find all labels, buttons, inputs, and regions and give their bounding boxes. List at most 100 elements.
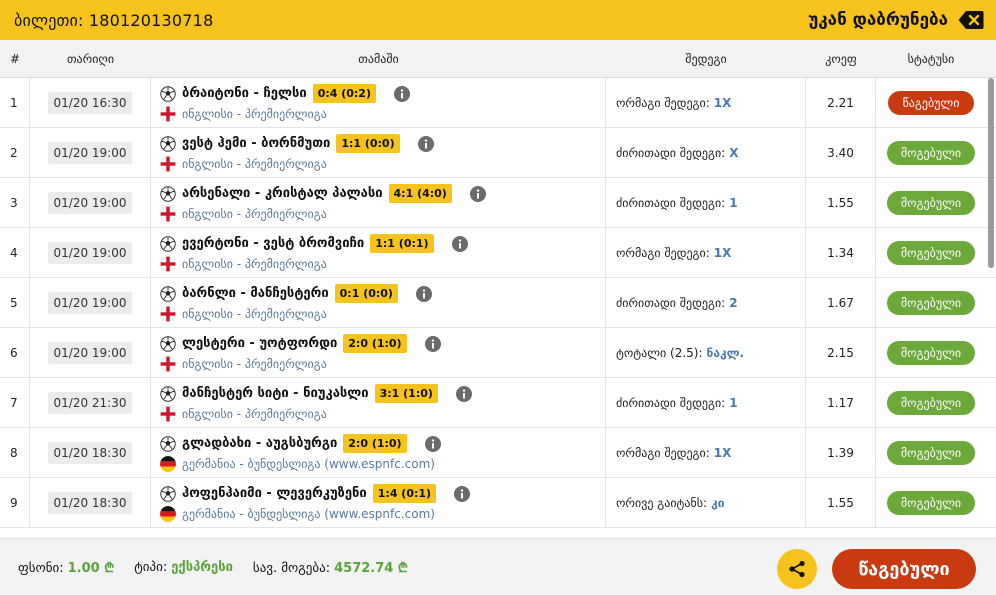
outcome-value: X <box>729 146 739 160</box>
col-status: სტატუსი <box>907 52 955 66</box>
row-number: 9 <box>0 478 30 528</box>
england-flag-icon <box>160 356 176 372</box>
row-date-cell: 01/20 19:00 <box>30 278 151 328</box>
league-name: გერმანია - ბუნდესლიგა (www.espnfc.com) <box>182 457 435 471</box>
row-number: 4 <box>0 228 30 278</box>
england-flag-icon <box>160 206 176 222</box>
outcome-value: 1X <box>713 446 732 460</box>
outcome-label: ძირითადი შედეგი: <box>616 296 726 310</box>
info-icon[interactable] <box>415 285 432 302</box>
row-number: 2 <box>0 128 30 178</box>
soccer-ball-icon <box>160 385 176 402</box>
info-icon[interactable] <box>451 235 468 252</box>
row-status-cell: მოგებული <box>876 328 986 378</box>
soccer-ball-icon <box>160 185 176 202</box>
status-badge: მოგებული <box>886 191 976 215</box>
league-name: ინგლისი - პრემიერლიგა <box>182 107 327 121</box>
row-date-cell: 01/20 18:30 <box>30 428 151 478</box>
col-match: თამაში <box>358 52 399 66</box>
outcome-label: ძირითადი შედეგი: <box>616 396 726 410</box>
bet-amount: ფსონი: 1.00 ₾ <box>18 561 115 576</box>
outcome-value: 2 <box>729 296 738 310</box>
league-name: ინგლისი - პრემიერლიგა <box>182 207 327 221</box>
back-button[interactable]: უკან დაბრუნება <box>808 10 984 30</box>
match-teams: მანჩესტერ სიტი - ნიუკასლი <box>182 386 369 401</box>
league-name: ინგლისი - პრემიერლიგა <box>182 157 327 171</box>
table-row: 2 01/20 19:00 ვესტ ჰემი - ბორნმუთი 1:1 (0:0… <box>0 128 996 178</box>
row-match-cell: არსენალი - კრისტალ პალასი 4:1 (4:0) ინგლის… <box>151 178 606 228</box>
england-flag-icon <box>160 156 176 172</box>
table-row: 5 01/20 19:00 ბარნლი - მანჩესტერი 0:1 (0:0)… <box>0 278 996 328</box>
row-number: 6 <box>0 328 30 378</box>
row-status-cell: მოგებული <box>876 178 986 228</box>
info-icon[interactable] <box>454 485 471 502</box>
england-flag-icon <box>160 306 176 322</box>
status-badge: მოგებული <box>886 491 976 515</box>
row-number: 1 <box>0 78 30 128</box>
league-name: ინგლისი - პრემიერლიგა <box>182 257 327 271</box>
outcome-value: 1X <box>713 246 732 260</box>
info-icon[interactable] <box>417 135 434 152</box>
match-score: 1:1 (0:1) <box>370 234 434 253</box>
row-date-cell: 01/20 19:00 <box>30 328 151 378</box>
row-match-cell: ევერტონი - ვესტ ბრომვიჩი 1:1 (0:1) ინგლისი… <box>151 228 606 278</box>
row-status-cell: მოგებული <box>876 128 986 178</box>
row-match-cell: ვესტ ჰემი - ბორნმუთი 1:1 (0:0) ინგლისი - პ… <box>151 128 606 178</box>
outcome-label: ორმაგი შედეგი: <box>616 246 710 260</box>
match-score: 3:1 (1:0) <box>374 384 438 403</box>
status-badge: მოგებული <box>886 241 976 265</box>
bets-table[interactable]: 1 01/20 16:30 ბრაიტონი - ჩელსი 0:4 (0:2) ინგ… <box>0 78 996 538</box>
row-date-cell: 01/20 21:30 <box>30 378 151 428</box>
share-icon <box>789 560 805 578</box>
info-icon[interactable] <box>424 435 441 452</box>
row-date-cell: 01/20 19:00 <box>30 178 151 228</box>
germany-flag-icon <box>160 506 176 522</box>
row-outcome-cell: ორმაგი შედეგი: 1X <box>606 428 806 478</box>
match-teams: ბრაიტონი - ჩელსი <box>182 86 307 101</box>
row-date-cell: 01/20 19:00 <box>30 128 151 178</box>
backspace-icon <box>958 10 984 30</box>
ticket-id: ბილეთი: 180120130718 <box>14 10 214 30</box>
soccer-ball-icon <box>160 485 176 502</box>
row-number: 7 <box>0 378 30 428</box>
match-score: 4:1 (4:0) <box>388 184 452 203</box>
match-teams: ბარნლი - მანჩესტერი <box>182 286 329 301</box>
date-badge: 01/20 19:00 <box>47 192 133 214</box>
row-outcome-cell: ორივე გაიტანს: კი <box>606 478 806 528</box>
info-icon[interactable] <box>469 185 486 202</box>
league-name: ინგლისი - პრემიერლიგა <box>182 357 327 371</box>
soccer-ball-icon <box>160 85 176 102</box>
match-teams: არსენალი - კრისტალ პალასი <box>182 186 383 201</box>
info-icon[interactable] <box>455 385 472 402</box>
match-score: 1:4 (0:1) <box>372 484 437 503</box>
row-status-cell: წაგებული <box>876 78 986 128</box>
row-number: 8 <box>0 428 30 478</box>
match-teams: ლესტერი - უოტფორდი <box>182 336 338 351</box>
row-match-cell: ბარნლი - მანჩესტერი 0:1 (0:0) ინგლისი - პრ… <box>151 278 606 328</box>
odds-value: 2.21 <box>806 78 876 128</box>
match-score: 2:0 (1:0) <box>343 334 407 353</box>
soccer-ball-icon <box>160 235 176 252</box>
table-row: 9 01/20 18:30 ჰოფენჰაიმი - ლევერკუზენი 1:4 … <box>0 478 996 528</box>
scrollbar[interactable] <box>988 78 994 268</box>
info-icon[interactable] <box>394 85 410 102</box>
soccer-ball-icon <box>160 135 176 152</box>
row-outcome-cell: ძირითადი შედეგი: 1 <box>606 378 806 428</box>
row-outcome-cell: ძირითადი შედეგი: 1 <box>606 178 806 228</box>
row-outcome-cell: ძირითადი შედეგი: 2 <box>606 278 806 328</box>
outcome-value: 1 <box>729 396 738 410</box>
share-button[interactable] <box>777 549 817 589</box>
date-badge: 01/20 19:00 <box>47 242 133 264</box>
table-row: 1 01/20 16:30 ბრაიტონი - ჩელსი 0:4 (0:2) ინგ… <box>0 78 996 128</box>
info-icon[interactable] <box>424 335 441 352</box>
odds-value: 1.67 <box>806 278 876 328</box>
outcome-value: კი <box>711 496 725 510</box>
match-score: 0:1 (0:0) <box>334 284 398 303</box>
row-date-cell: 01/20 18:30 <box>30 478 151 528</box>
row-status-cell: მოგებული <box>876 428 986 478</box>
table-row: 3 01/20 19:00 არსენალი - კრისტალ პალასი 4:1… <box>0 178 996 228</box>
status-badge: მოგებული <box>886 391 976 415</box>
row-outcome-cell: ტოტალი (2.5): ნაკლ. <box>606 328 806 378</box>
back-label: უკან დაბრუნება <box>808 10 948 30</box>
date-badge: 01/20 16:30 <box>47 92 133 114</box>
